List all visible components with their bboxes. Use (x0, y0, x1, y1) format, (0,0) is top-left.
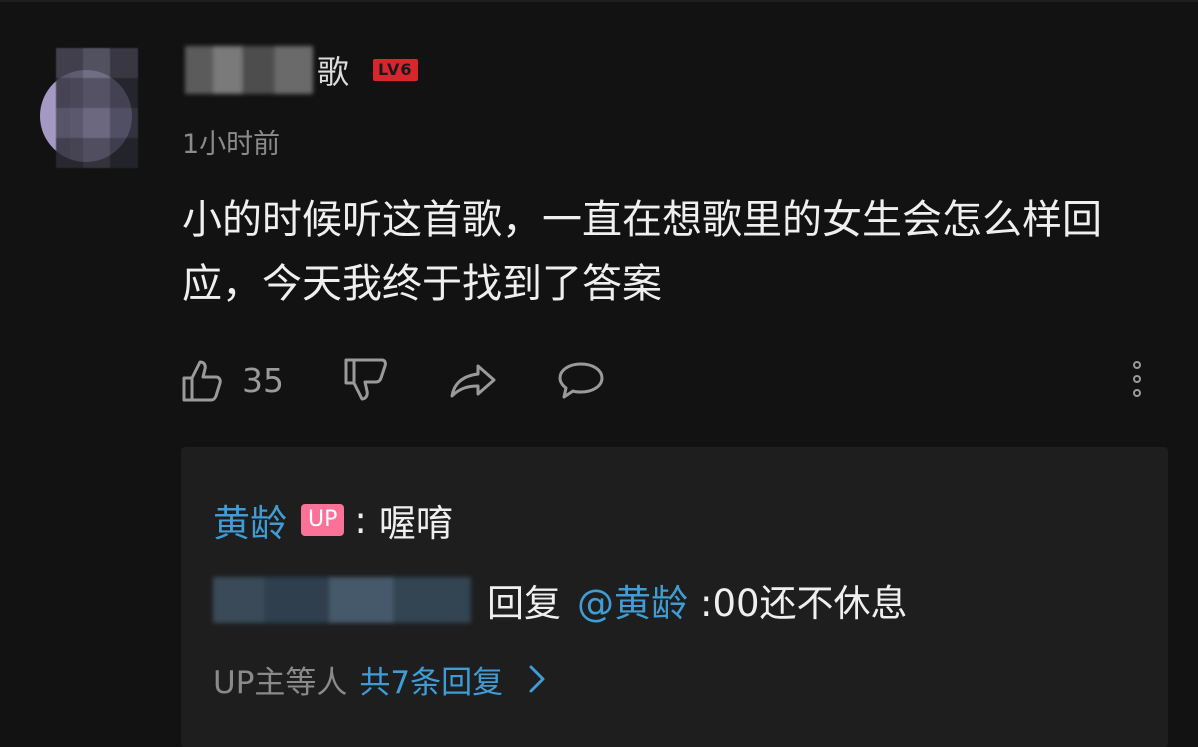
dislike-icon (344, 358, 387, 401)
replies-panel: 黄龄 UP : 喔唷 回复 @黄龄 :00还不休息 UP主等人 共7条回复 (181, 447, 1168, 747)
reply-mention[interactable]: @黄龄 (577, 573, 688, 627)
more-icon[interactable] (1128, 358, 1146, 400)
reply-author-mosaic[interactable] (213, 577, 471, 623)
comment-timestamp: 1小时前 (182, 129, 281, 160)
reply-item[interactable]: 黄龄 UP : 喔唷 (213, 493, 453, 547)
comment-actions: 35 (180, 352, 606, 408)
level-badge: LV6 (373, 59, 418, 81)
up-badge: UP (301, 504, 345, 536)
more-replies-prefix: UP主等人 (213, 664, 348, 701)
top-divider (0, 0, 1198, 2)
more-replies[interactable]: UP主等人 共7条回复 (213, 654, 551, 704)
share-button[interactable] (448, 356, 498, 404)
more-replies-link[interactable]: 共7条回复 (359, 657, 503, 702)
reply-author[interactable]: 黄龄 (213, 493, 287, 547)
reply-action-label: 回复 (487, 582, 561, 625)
username-tail: 歌 (317, 53, 350, 91)
username[interactable]: 歌 LV6 (185, 45, 418, 95)
reply-separator: : (354, 498, 367, 542)
like-count: 35 (242, 360, 284, 400)
username-mosaic (185, 46, 313, 94)
comment-button[interactable] (556, 356, 606, 404)
reply-item[interactable]: 回复 @黄龄 :00还不休息 (213, 575, 908, 625)
reply-text: 喔唷 (378, 502, 453, 545)
dislike-button[interactable] (342, 356, 390, 404)
share-icon (450, 364, 496, 398)
like-button[interactable]: 35 (180, 356, 284, 404)
avatar-mosaic (56, 48, 138, 168)
comment-text: 小的时候听这首歌，一直在想歌里的女生会怎么样回应，今天我终于找到了答案 (182, 197, 1102, 307)
reply-text: :00还不休息 (700, 582, 908, 625)
chevron-right-icon (529, 665, 545, 693)
like-icon (182, 360, 222, 402)
comment-icon (558, 362, 604, 399)
